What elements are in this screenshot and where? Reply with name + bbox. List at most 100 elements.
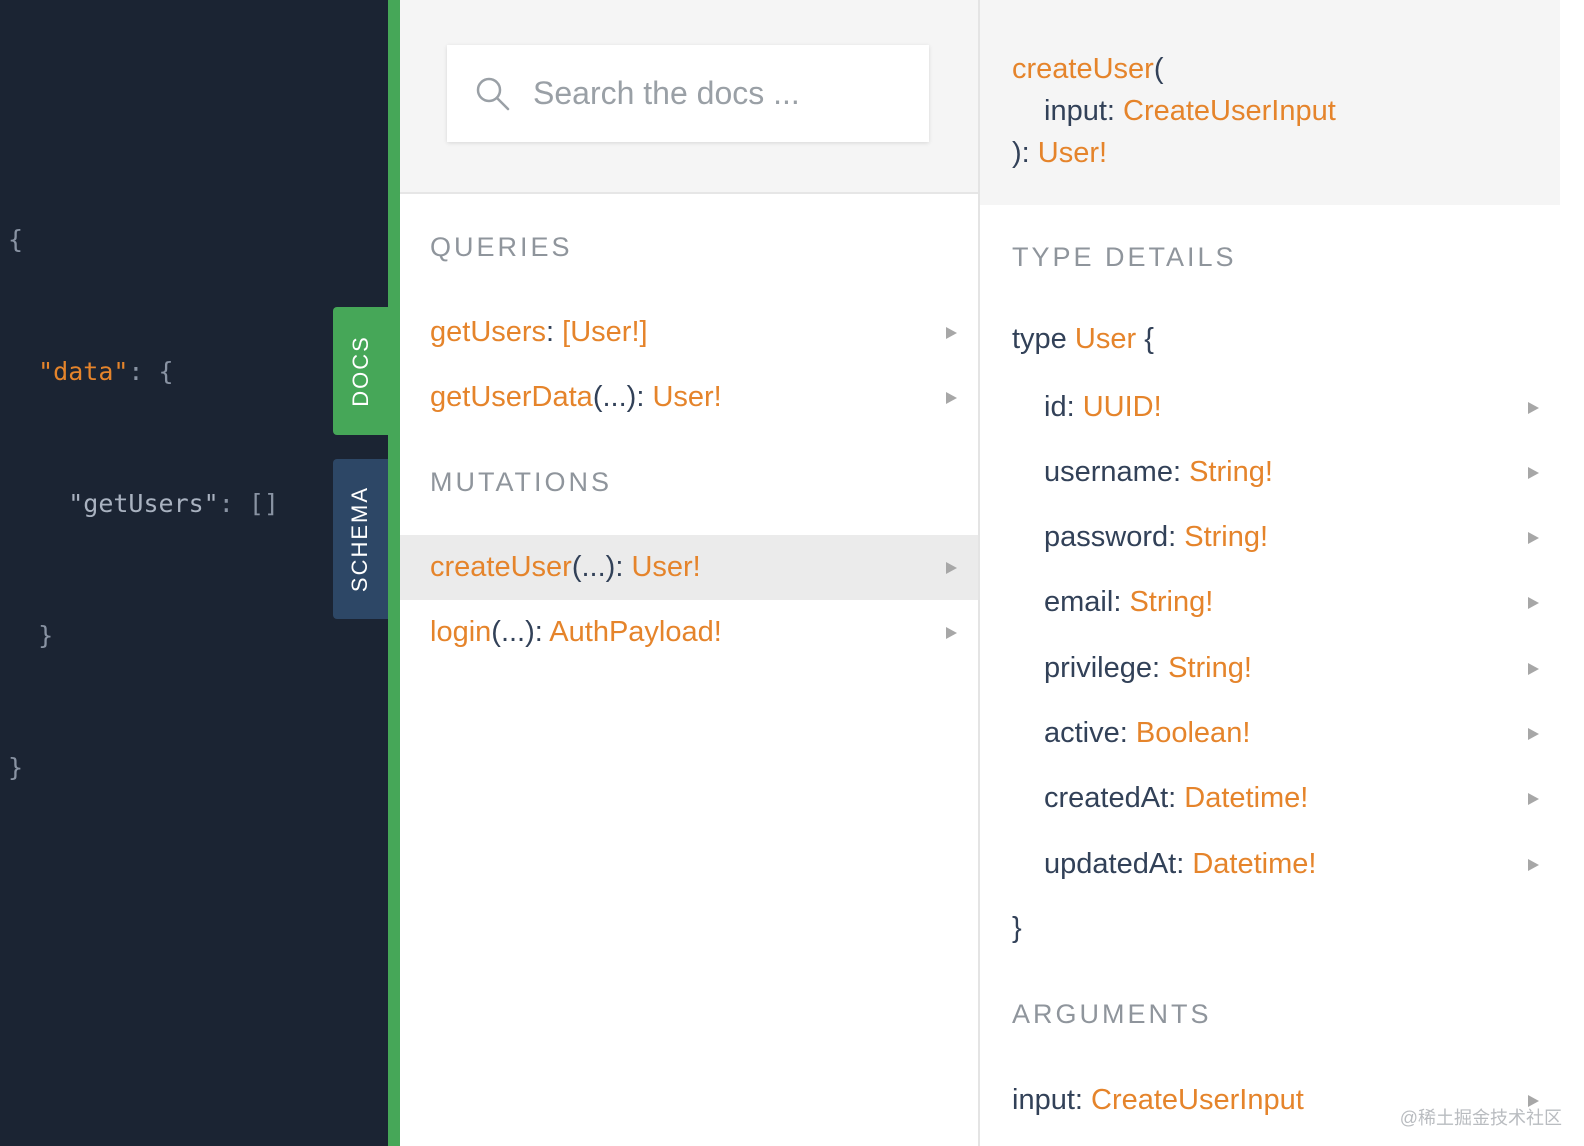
- mutation-createUser[interactable]: createUser(...): User!: [400, 535, 978, 600]
- signature-return-type[interactable]: User!: [1038, 137, 1107, 169]
- json-key-data: "data": [38, 357, 129, 386]
- mutation-login[interactable]: login(...): AuthPayload!: [400, 600, 978, 665]
- field-colon: :: [546, 316, 563, 348]
- field-type: Boolean!: [1135, 717, 1251, 749]
- type-details-heading: TYPE DETAILS: [1012, 242, 1237, 272]
- query-getUsers[interactable]: getUsers: [User!]: [400, 300, 978, 365]
- chevron-right-icon: [1528, 858, 1539, 871]
- field-type: User!: [652, 381, 722, 413]
- field-signature: email: String!: [1044, 586, 1213, 619]
- json-line: {: [8, 218, 279, 262]
- json-text: : []: [218, 489, 279, 518]
- signature-close: ):: [1012, 137, 1038, 169]
- field-type: [User!]: [562, 316, 648, 348]
- mutations-heading: MUTATIONS: [430, 467, 612, 497]
- open-brace: {: [1144, 323, 1154, 355]
- search-icon: [476, 77, 510, 110]
- docs-panel-border: [388, 0, 400, 1146]
- json-line: "getUsers": []: [8, 482, 279, 526]
- arg-type: CreateUserInput: [1091, 1084, 1304, 1116]
- chevron-right-icon: [1528, 531, 1539, 544]
- search-box[interactable]: [447, 45, 929, 142]
- field-signature: privilege: String!: [1044, 652, 1252, 685]
- detail-header: createUser( input: CreateUserInput ): Us…: [980, 0, 1560, 205]
- docs-tab-label: DOCS: [347, 335, 373, 407]
- field-colon: :: [1176, 848, 1193, 880]
- json-text: }: [8, 753, 24, 782]
- watermark: @稀土掘金技术社区: [1399, 1108, 1562, 1128]
- field-signature: createUser(...): User!: [430, 551, 701, 584]
- signature-arg-name: input: [1044, 95, 1107, 127]
- chevron-right-icon: [1528, 596, 1539, 609]
- field-signature: updatedAt: Datetime!: [1044, 848, 1316, 881]
- field-colon: :: [615, 551, 632, 583]
- type-declaration: type User {: [1012, 323, 1154, 356]
- type-field-active[interactable]: active: Boolean!: [980, 701, 1560, 766]
- field-signature: getUsers: [User!]: [430, 316, 648, 349]
- json-response: { "data": { "getUsers": [] } }: [8, 130, 279, 878]
- json-text: : {: [128, 357, 174, 386]
- field-args: (...): [571, 551, 616, 583]
- field-name: updatedAt: [1044, 848, 1177, 880]
- field-colon: :: [1119, 717, 1136, 749]
- docs-search-header: [400, 0, 978, 194]
- field-name: password: [1044, 521, 1169, 553]
- field-name: active: [1044, 717, 1120, 749]
- field-colon: :: [1113, 586, 1130, 618]
- field-type: Datetime!: [1192, 848, 1317, 880]
- chevron-right-icon: [946, 561, 957, 574]
- chevron-right-icon: [1528, 792, 1539, 805]
- field-args: (...): [491, 616, 535, 648]
- type-detail-panel: createUser( input: CreateUserInput ): Us…: [980, 0, 1584, 1146]
- field-type: String!: [1189, 456, 1273, 488]
- field-type: User!: [631, 551, 701, 583]
- type-field-id[interactable]: id: UUID!: [980, 375, 1560, 440]
- chevron-right-icon: [1528, 401, 1539, 414]
- field-colon: :: [1066, 391, 1083, 423]
- signature-colon: :: [1106, 95, 1124, 127]
- signature-arg-type[interactable]: CreateUserInput: [1123, 95, 1336, 127]
- field-colon: :: [1152, 652, 1169, 684]
- field-name: privilege: [1044, 652, 1152, 684]
- field-colon: :: [1172, 456, 1190, 488]
- field-signature-header: createUser( input: CreateUserInput ): Us…: [1012, 48, 1336, 174]
- close-brace: }: [1012, 912, 1022, 944]
- json-key-getUsers: "getUsers": [68, 489, 219, 518]
- field-type: String!: [1184, 521, 1269, 553]
- chevron-right-icon: [1528, 727, 1539, 740]
- arg-name: input: [1012, 1084, 1075, 1116]
- schema-tab[interactable]: SCHEMA: [333, 459, 388, 619]
- field-signature: username: String!: [1044, 456, 1273, 489]
- type-name[interactable]: User: [1075, 323, 1136, 355]
- field-signature: input: CreateUserInput: [1012, 1084, 1304, 1117]
- json-text: {: [8, 225, 24, 254]
- result-pane: { "data": { "getUsers": [] } } DOCS SCHE…: [0, 0, 388, 1146]
- type-field-email[interactable]: email: String!: [980, 570, 1560, 635]
- field-signature: getUserData(...): User!: [430, 381, 722, 414]
- field-args: (...): [592, 381, 637, 413]
- type-keyword: type: [1012, 323, 1067, 355]
- chevron-right-icon: [1528, 662, 1539, 675]
- type-field-createdAt[interactable]: createdAt: Datetime!: [980, 766, 1560, 831]
- field-name: getUserData: [430, 381, 593, 413]
- field-name: getUsers: [430, 316, 547, 348]
- signature-line: createUser(: [1012, 48, 1336, 90]
- search-input[interactable]: [531, 74, 915, 113]
- field-signature: password: String!: [1044, 521, 1268, 554]
- field-type: String!: [1168, 652, 1252, 684]
- type-field-username[interactable]: username: String!: [980, 440, 1560, 505]
- field-signature: createdAt: Datetime!: [1044, 782, 1308, 815]
- type-field-updatedAt[interactable]: updatedAt: Datetime!: [980, 832, 1560, 897]
- field-name: id: [1044, 391, 1067, 423]
- field-name: createdAt: [1044, 782, 1169, 814]
- field-name: createUser: [430, 551, 572, 583]
- schema-tab-label: SCHEMA: [347, 485, 373, 593]
- field-colon: :: [534, 616, 550, 648]
- queries-heading: QUERIES: [430, 232, 573, 262]
- docs-tab[interactable]: DOCS: [333, 307, 388, 435]
- field-name: email: [1044, 586, 1114, 618]
- field-signature: login(...): AuthPayload!: [430, 616, 722, 649]
- type-field-privilege[interactable]: privilege: String!: [980, 636, 1560, 701]
- type-field-password[interactable]: password: String!: [980, 505, 1560, 570]
- query-getUserData[interactable]: getUserData(...): User!: [400, 365, 978, 430]
